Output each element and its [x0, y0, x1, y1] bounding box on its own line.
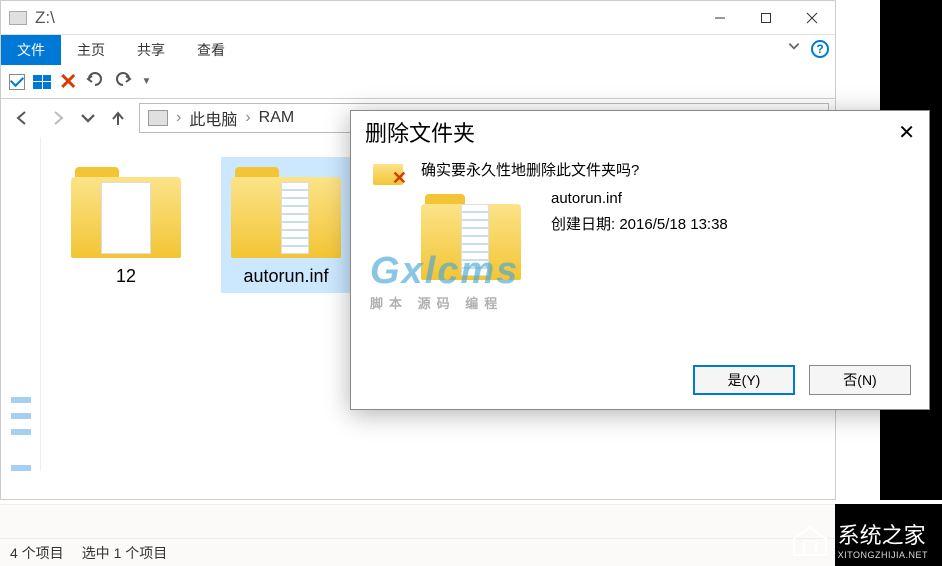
window-title: Z:\ — [35, 8, 697, 28]
titlebar: Z:\ — [1, 1, 835, 35]
footer-watermark: 系统之家 XITONGZHIJIA.NET — [776, 512, 942, 566]
yes-button[interactable]: 是(Y) — [693, 365, 795, 395]
up-button[interactable] — [103, 103, 133, 133]
history-dropdown-icon[interactable] — [79, 103, 97, 133]
tab-share[interactable]: 共享 — [121, 35, 181, 65]
back-button[interactable] — [7, 103, 37, 133]
sidebar — [1, 137, 41, 471]
minimize-button[interactable] — [697, 1, 743, 34]
breadcrumb-drive[interactable]: RAM — [259, 109, 295, 127]
tab-home[interactable]: 主页 — [61, 35, 121, 65]
folder-item[interactable]: autorun.inf — [221, 157, 351, 293]
status-bar: 4 个项目 选中 1 个项目 — [0, 538, 835, 566]
quick-access-toolbar: ✕ ▼ — [1, 65, 835, 99]
delete-dialog: 删除文件夹 ✕ ✕ 确实要永久性地删除此文件夹吗? autorun.inf — [350, 110, 930, 410]
redo-icon[interactable] — [113, 71, 133, 92]
chevron-right-icon: › — [176, 109, 181, 127]
footer-bg-light: 4 个项目 选中 1 个项目 — [0, 504, 835, 566]
file-created: 创建日期: 2016/5/18 13:38 — [551, 213, 728, 234]
sidebar-item[interactable] — [11, 465, 31, 471]
checkbox-icon[interactable] — [9, 74, 25, 90]
ribbon-collapse-icon[interactable] — [787, 39, 801, 58]
status-selected: 选中 1 个项目 — [82, 543, 168, 563]
undo-icon[interactable] — [85, 71, 105, 92]
dialog-close-button[interactable]: ✕ — [898, 120, 915, 145]
no-button[interactable]: 否(N) — [809, 365, 911, 395]
maximize-button[interactable] — [743, 1, 789, 34]
status-count: 4 个项目 — [10, 543, 64, 563]
tiles-icon[interactable] — [33, 75, 51, 89]
window-controls — [697, 1, 835, 34]
close-button[interactable] — [789, 1, 835, 34]
folder-item[interactable]: 12 — [61, 157, 191, 293]
sidebar-item[interactable] — [11, 397, 31, 403]
ribbon-tabs: 文件 主页 共享 查看 ? — [1, 35, 835, 65]
delete-icon[interactable]: ✕ — [59, 69, 77, 95]
chevron-right-icon: › — [245, 109, 250, 127]
breadcrumb-pc[interactable]: 此电脑 — [189, 106, 237, 130]
tab-file[interactable]: 文件 — [1, 35, 61, 65]
forward-button[interactable] — [43, 103, 73, 133]
sidebar-item[interactable] — [11, 429, 31, 435]
dialog-buttons: 是(Y) 否(N) — [693, 365, 911, 395]
confirm-message: 确实要永久性地删除此文件夹吗? — [421, 159, 907, 180]
drive-icon — [148, 110, 168, 126]
folder-icon — [421, 190, 531, 290]
qat-dropdown-icon[interactable]: ▼ — [141, 76, 151, 87]
dialog-titlebar: 删除文件夹 ✕ — [351, 111, 929, 153]
folder-icon — [231, 163, 341, 258]
drive-icon — [9, 11, 27, 25]
help-icon[interactable]: ? — [811, 40, 829, 58]
folder-label: autorun.inf — [243, 266, 328, 287]
folder-icon — [71, 163, 181, 258]
dialog-title: 删除文件夹 — [365, 116, 898, 148]
warning-folder-icon: ✕ — [373, 159, 403, 185]
dialog-body: ✕ 确实要永久性地删除此文件夹吗? autorun.inf 创建日期: 2016… — [351, 153, 929, 296]
logo-icon — [790, 519, 830, 559]
sidebar-item[interactable] — [11, 413, 31, 419]
folder-label: 12 — [116, 266, 136, 287]
tab-view[interactable]: 查看 — [181, 35, 241, 65]
file-name: autorun.inf — [551, 190, 728, 207]
